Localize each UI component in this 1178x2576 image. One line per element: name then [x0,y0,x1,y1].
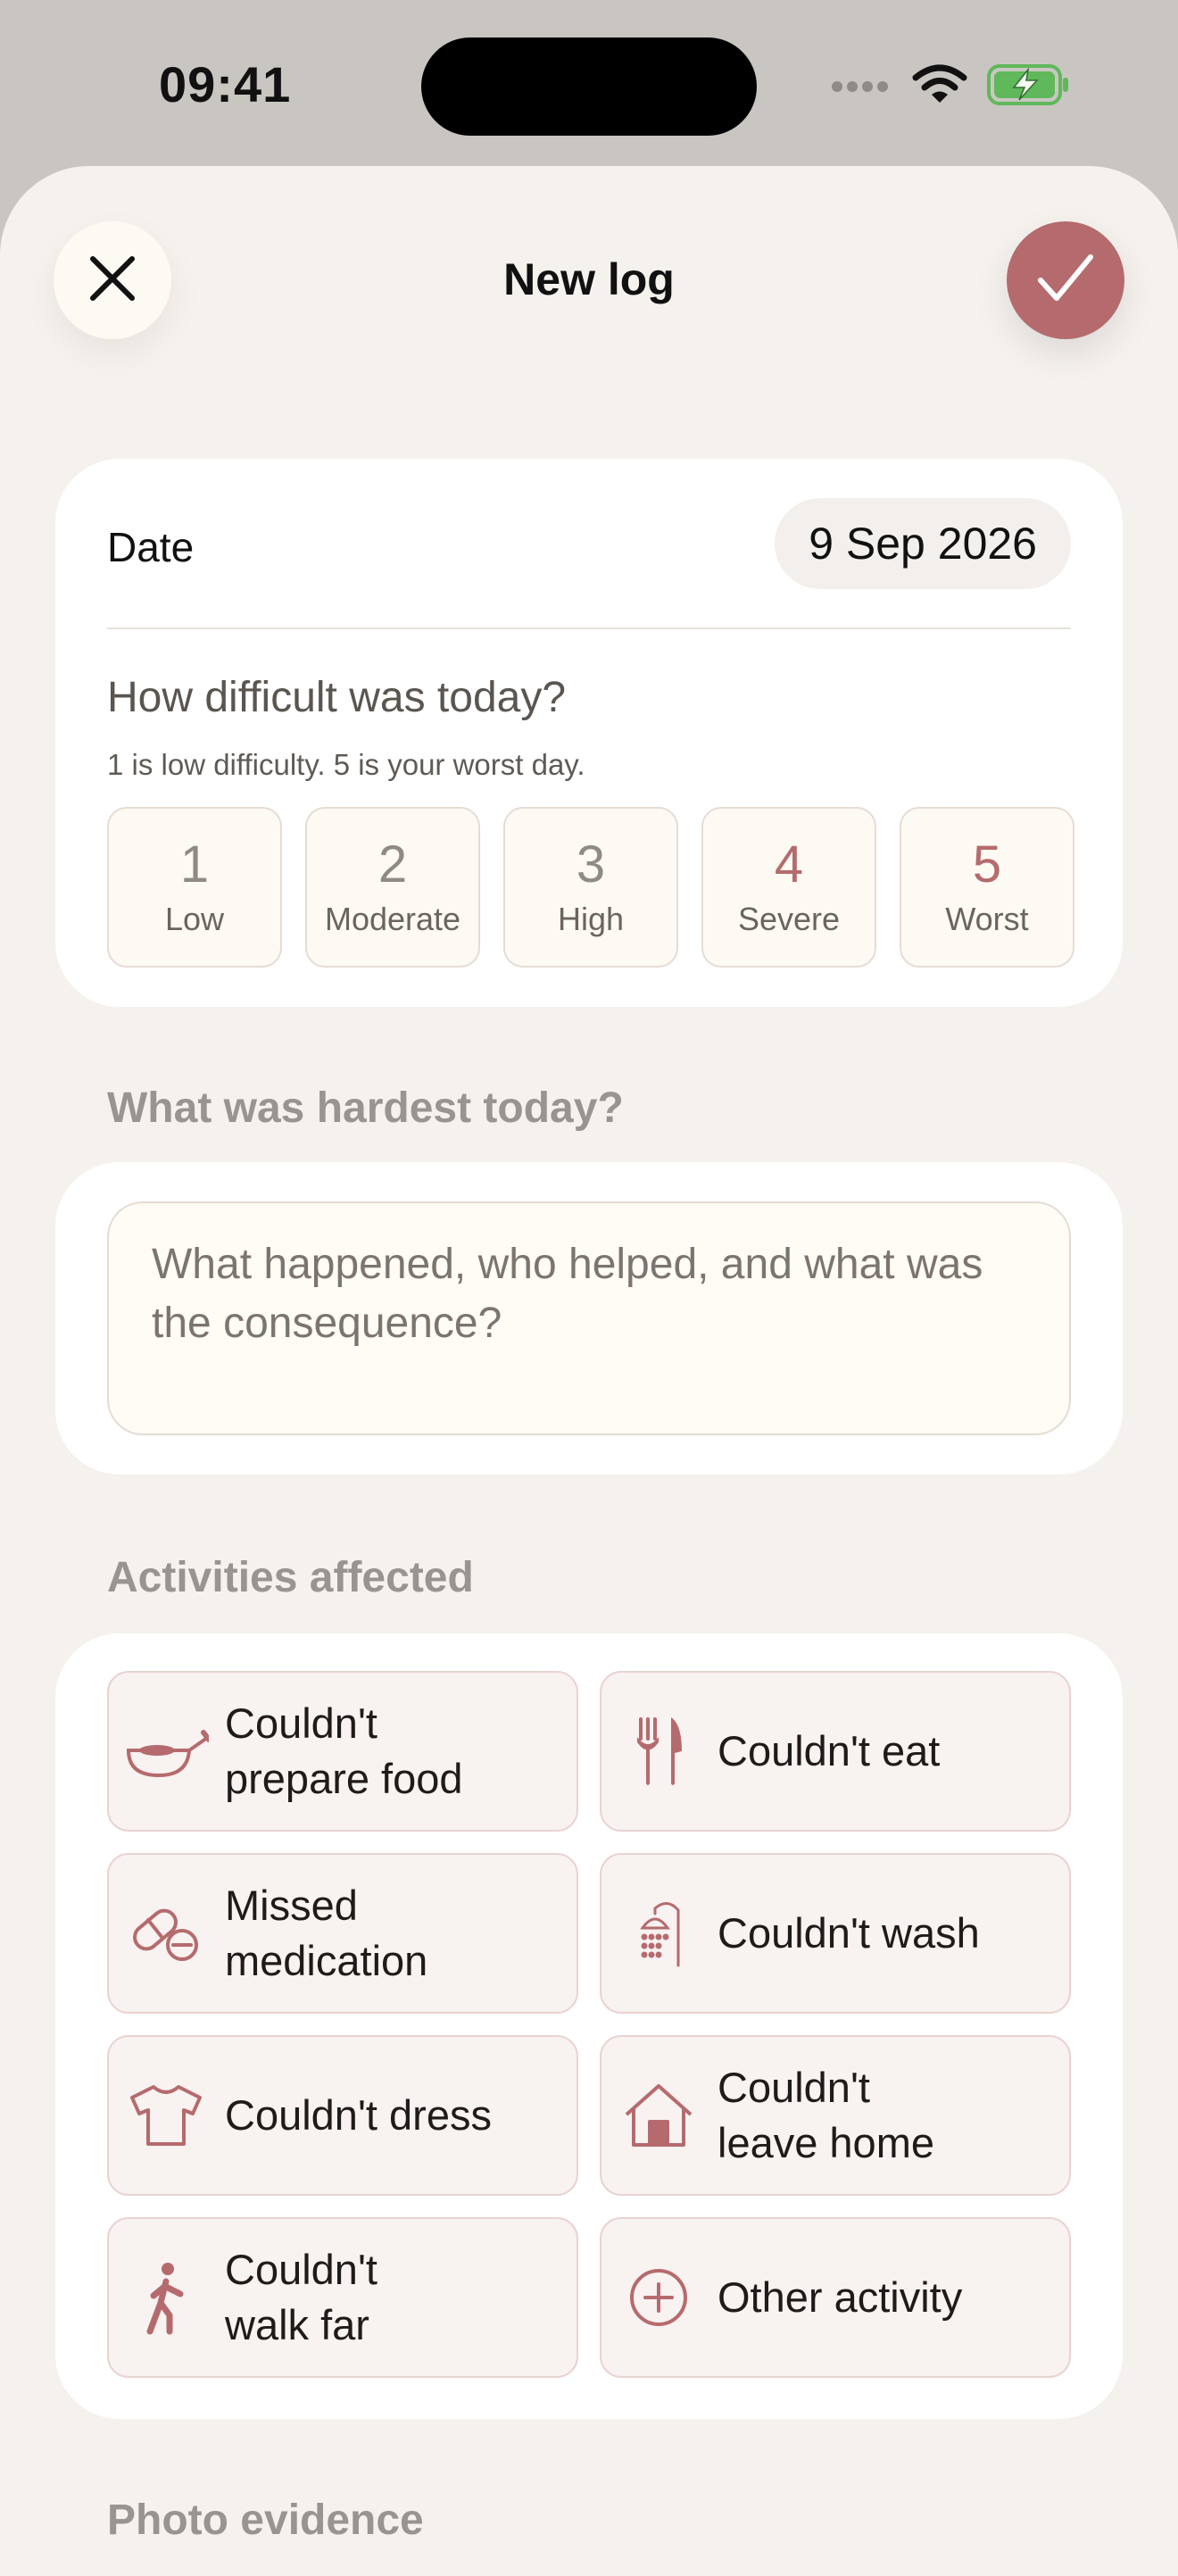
dynamic-island [421,37,757,136]
difficulty-number: 1 [179,835,210,893]
difficulty-number: 3 [576,835,606,893]
activity-label: Couldn't eat [718,1727,941,1774]
activity-label: Missed medication [225,1882,428,1984]
activity-label: Couldn't dress [225,2091,492,2139]
hardest-text-input[interactable]: What happened, who helped, and what was … [107,1201,1071,1435]
difficulty-option-3[interactable]: 3 High [503,807,678,968]
difficulty-option-4[interactable]: 4 Severe [701,807,876,968]
cooking-pan-icon [123,1708,209,1794]
checkmark-icon [1037,253,1094,308]
save-button[interactable] [1007,221,1124,339]
difficulty-label: Low [164,901,225,937]
difficulty-hint: 1 is low difficulty. 5 is your worst day… [107,748,585,781]
difficulty-label: Moderate [324,901,461,937]
battery-charging-icon [987,62,1071,112]
date-picker[interactable]: 9 Sep 2026 [775,498,1071,589]
difficulty-number: 4 [774,835,804,893]
plus-circle-icon [616,2255,701,2340]
tshirt-icon [123,2073,209,2158]
date-label: Date [107,524,195,570]
difficulty-number: 2 [377,835,408,893]
activity-label: Other activity [718,2273,963,2321]
wifi-icon [912,63,967,111]
activity-label: Couldn't prepare food [225,1699,463,1802]
sheet: New log Date 9 Sep 2026 How difficult wa… [0,166,1178,2576]
difficulty-scale: 1 Low 2 Moderate 3 High 4 Severe 5 Worst [107,807,1074,968]
pill-icon [123,1890,209,1976]
activities-section-title: Activities affected [107,1554,474,1601]
difficulty-number: 5 [972,835,1002,893]
activity-medication[interactable]: Missed medication [107,1853,578,2014]
hardest-card: What happened, who helped, and what was … [55,1162,1123,1475]
shower-icon [616,1890,701,1976]
activities-grid: Couldn't prepare food Couldn't eat Misse… [107,1671,1071,2378]
difficulty-label: Severe [737,901,841,937]
difficulty-label: High [557,901,625,937]
photo-section-title: Photo evidence [107,2497,424,2544]
activity-eat[interactable]: Couldn't eat [600,1671,1071,1832]
divider [107,627,1071,629]
hardest-section-title: What was hardest today? [107,1084,624,1132]
difficulty-option-5[interactable]: 5 Worst [900,807,1074,968]
status-icons [830,62,1071,112]
activity-label: Couldn't wash [718,1909,980,1957]
activity-other[interactable]: Other activity [600,2217,1071,2378]
status-time: 09:41 [159,56,292,112]
activity-prepare-food[interactable]: Couldn't prepare food [107,1671,578,1832]
house-icon [616,2073,701,2158]
walking-figure-icon [123,2255,209,2340]
difficulty-option-2[interactable]: 2 Moderate [305,807,480,968]
activities-card: Couldn't prepare food Couldn't eat Misse… [55,1633,1123,2419]
fork-knife-icon [616,1708,701,1794]
cellular-signal-icon [830,76,892,98]
activity-leave-home[interactable]: Couldn't leave home [600,2035,1071,2196]
difficulty-question: How difficult was today? [107,674,567,721]
activity-dress[interactable]: Couldn't dress [107,2035,578,2196]
activity-label: Couldn't leave home [718,2064,934,2166]
activity-wash[interactable]: Couldn't wash [600,1853,1071,2014]
page-title: New log [503,254,675,304]
difficulty-label: Worst [945,901,1029,937]
status-bar: 09:41 [0,0,1178,170]
difficulty-option-1[interactable]: 1 Low [107,807,282,968]
activity-label: Couldn't walk far [225,2246,377,2348]
date-difficulty-card: Date 9 Sep 2026 How difficult was today?… [55,459,1123,1007]
activity-walk-far[interactable]: Couldn't walk far [107,2217,578,2378]
